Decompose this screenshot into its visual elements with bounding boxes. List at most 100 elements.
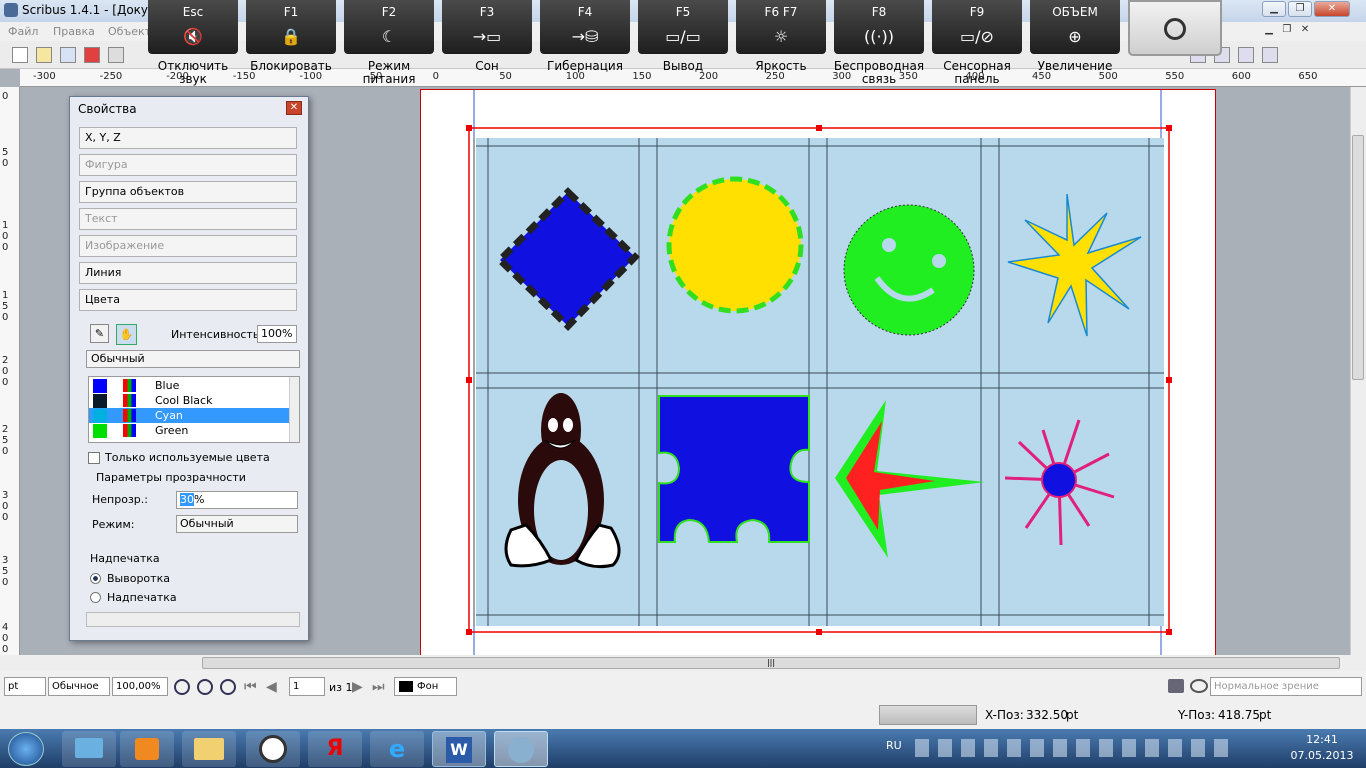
function-key-osd: Esc 🔇 F1 🔒 F2 ☾ F3 →▭ F4 →⛁ F5 ▭/▭ F6 F7 ☼ F8((… <box>145 0 1225 86</box>
vertical-scroll-thumb[interactable] <box>1352 135 1364 380</box>
mode-select[interactable]: Обычный <box>176 515 298 533</box>
yellow-circle-shape <box>666 176 804 314</box>
overprint-radio[interactable] <box>90 592 101 603</box>
section-image[interactable]: Изображение <box>79 235 297 257</box>
mdi-window-controls[interactable]: ▁ ❐ ✕ <box>1262 24 1362 39</box>
minimize-button[interactable]: ▁ <box>1262 1 1286 17</box>
taskbar-ie-app[interactable]: e <box>370 731 424 767</box>
zoom-out-icon[interactable] <box>174 679 190 695</box>
tool-icon[interactable] <box>1262 47 1278 63</box>
color-list-scrollbar[interactable] <box>289 377 299 442</box>
opacity-field[interactable]: 30% <box>176 491 298 509</box>
osd-key-lock[interactable]: F1 🔒 <box>246 0 336 54</box>
preview-toggle-icon[interactable] <box>1168 679 1184 693</box>
view-mode-select[interactable]: Обычное <box>48 677 110 696</box>
edit-fill-color-icon[interactable]: ✋ <box>116 324 137 345</box>
save-document-icon[interactable] <box>60 47 76 63</box>
x-position-label: X-Поз: <box>985 708 1024 722</box>
osd-label-power-mode: Режим питания <box>362 59 416 86</box>
overprint-label: Надпечатка <box>107 591 177 604</box>
system-tray-icons[interactable] <box>915 739 1235 757</box>
panel-horizontal-scrollbar[interactable] <box>86 612 300 627</box>
page-count: из 1 <box>329 681 353 694</box>
osd-label-wireless: Беспроводная связь <box>833 59 925 86</box>
osd-key-touchpad[interactable]: F9 ▭/⊘ <box>932 0 1022 54</box>
eye-icon[interactable] <box>1190 679 1208 693</box>
intensity-field[interactable]: 100% <box>257 325 297 343</box>
osd-key-extra[interactable] <box>1128 0 1222 56</box>
osd-key-zoom[interactable]: ОБЪЕМ ⊕ <box>1030 0 1120 54</box>
last-page-icon[interactable]: ⏭ <box>372 679 385 695</box>
osd-key-mute[interactable]: Esc 🔇 <box>148 0 238 54</box>
first-page-icon[interactable]: ⏮ <box>244 679 257 695</box>
section-group[interactable]: Группа объектов <box>79 181 297 203</box>
zoom-in-icon[interactable] <box>220 679 236 695</box>
close-button[interactable]: ✕ <box>1314 1 1350 17</box>
section-text[interactable]: Текст <box>79 208 297 230</box>
horizontal-scroll-thumb[interactable]: ||| <box>202 657 1340 669</box>
list-item-selected[interactable]: Cyan <box>89 408 289 423</box>
knockout-radio[interactable] <box>90 573 101 584</box>
maximize-button[interactable]: ❐ <box>1288 1 1312 17</box>
overprint-group-label: Надпечатка <box>90 552 160 565</box>
osd-label-zoom: Увеличение <box>1037 59 1113 73</box>
unit-select[interactable]: pt <box>4 677 46 696</box>
start-button[interactable] <box>8 732 44 766</box>
menu-file[interactable]: Файл <box>8 25 38 38</box>
taskbar-yandex-app[interactable]: Я <box>308 731 362 767</box>
list-item[interactable]: Green <box>89 423 289 438</box>
print-icon[interactable] <box>108 47 124 63</box>
puzzle-piece-shape <box>658 395 810 543</box>
osd-key-wireless[interactable]: F8 ((·)) <box>834 0 924 54</box>
open-document-icon[interactable] <box>36 47 52 63</box>
x-position-unit: pt <box>1066 708 1079 722</box>
section-line[interactable]: Линия <box>79 262 297 284</box>
clock-date[interactable]: 07.05.2013 <box>1282 749 1362 762</box>
transparency-group-label: Параметры прозрачности <box>96 471 246 484</box>
color-list[interactable]: Blue Cool Black Cyan Green <box>88 376 300 443</box>
document-page[interactable] <box>420 89 1216 657</box>
osd-key-brightness[interactable]: F6 F7 ☼ <box>736 0 826 54</box>
language-indicator[interactable]: RU <box>886 739 902 752</box>
page-artwork[interactable] <box>421 90 1217 657</box>
layer-select[interactable]: Фон <box>394 677 457 696</box>
vision-mode-select[interactable]: Нормальное зрение <box>1210 677 1362 696</box>
close-document-icon[interactable] <box>84 47 100 63</box>
taskbar-explorer-app[interactable] <box>182 731 236 767</box>
opacity-label: Непрозр.: <box>92 493 148 506</box>
clock-time[interactable]: 12:41 <box>1282 733 1362 746</box>
layer-color-swatch <box>399 681 413 692</box>
section-xyz[interactable]: X, Y, Z <box>79 127 297 149</box>
progress-bar <box>879 705 977 725</box>
tool-icon[interactable] <box>1238 47 1254 63</box>
osd-key-sleep[interactable]: F3 →▭ <box>442 0 532 54</box>
osd-key-hibernate[interactable]: F4 →⛁ <box>540 0 630 54</box>
next-page-icon[interactable]: ▶ <box>352 679 363 695</box>
taskbar-media-app[interactable] <box>120 731 174 767</box>
osd-label-touchpad: Сенсорная панель <box>943 59 1011 86</box>
zoom-field[interactable]: 100,00% <box>112 677 168 696</box>
taskbar-clock-app[interactable] <box>246 731 300 767</box>
section-shape[interactable]: Фигура <box>79 154 297 176</box>
taskbar-scribus-app[interactable] <box>494 731 548 767</box>
taskbar-mail-app[interactable] <box>62 731 116 767</box>
smiley-face-shape <box>843 204 975 336</box>
osd-key-power-mode[interactable]: F2 ☾ <box>344 0 434 54</box>
page-number-field[interactable]: 1 <box>289 677 325 696</box>
new-document-icon[interactable] <box>12 47 28 63</box>
menu-edit[interactable]: Правка <box>53 25 95 38</box>
taskbar-word-app[interactable]: W <box>432 731 486 767</box>
list-item[interactable]: Cool Black <box>89 393 289 408</box>
only-used-checkbox[interactable] <box>88 452 100 464</box>
panel-close-button[interactable]: ✕ <box>286 101 302 115</box>
osd-key-display[interactable]: F5 ▭/▭ <box>638 0 728 54</box>
osd-label-brightness: Яркость <box>755 59 807 73</box>
zoom-reset-icon[interactable] <box>197 679 213 695</box>
section-colors[interactable]: Цвета <box>79 289 297 311</box>
blend-mode-select[interactable]: Обычный <box>86 350 300 368</box>
previous-page-icon[interactable]: ◀ <box>266 679 277 695</box>
edit-line-color-icon[interactable]: ✎ <box>90 324 109 343</box>
y-position-unit: pt <box>1259 708 1272 722</box>
list-item[interactable]: Blue <box>89 378 289 393</box>
x-position-value: 332.50 <box>1026 708 1068 722</box>
